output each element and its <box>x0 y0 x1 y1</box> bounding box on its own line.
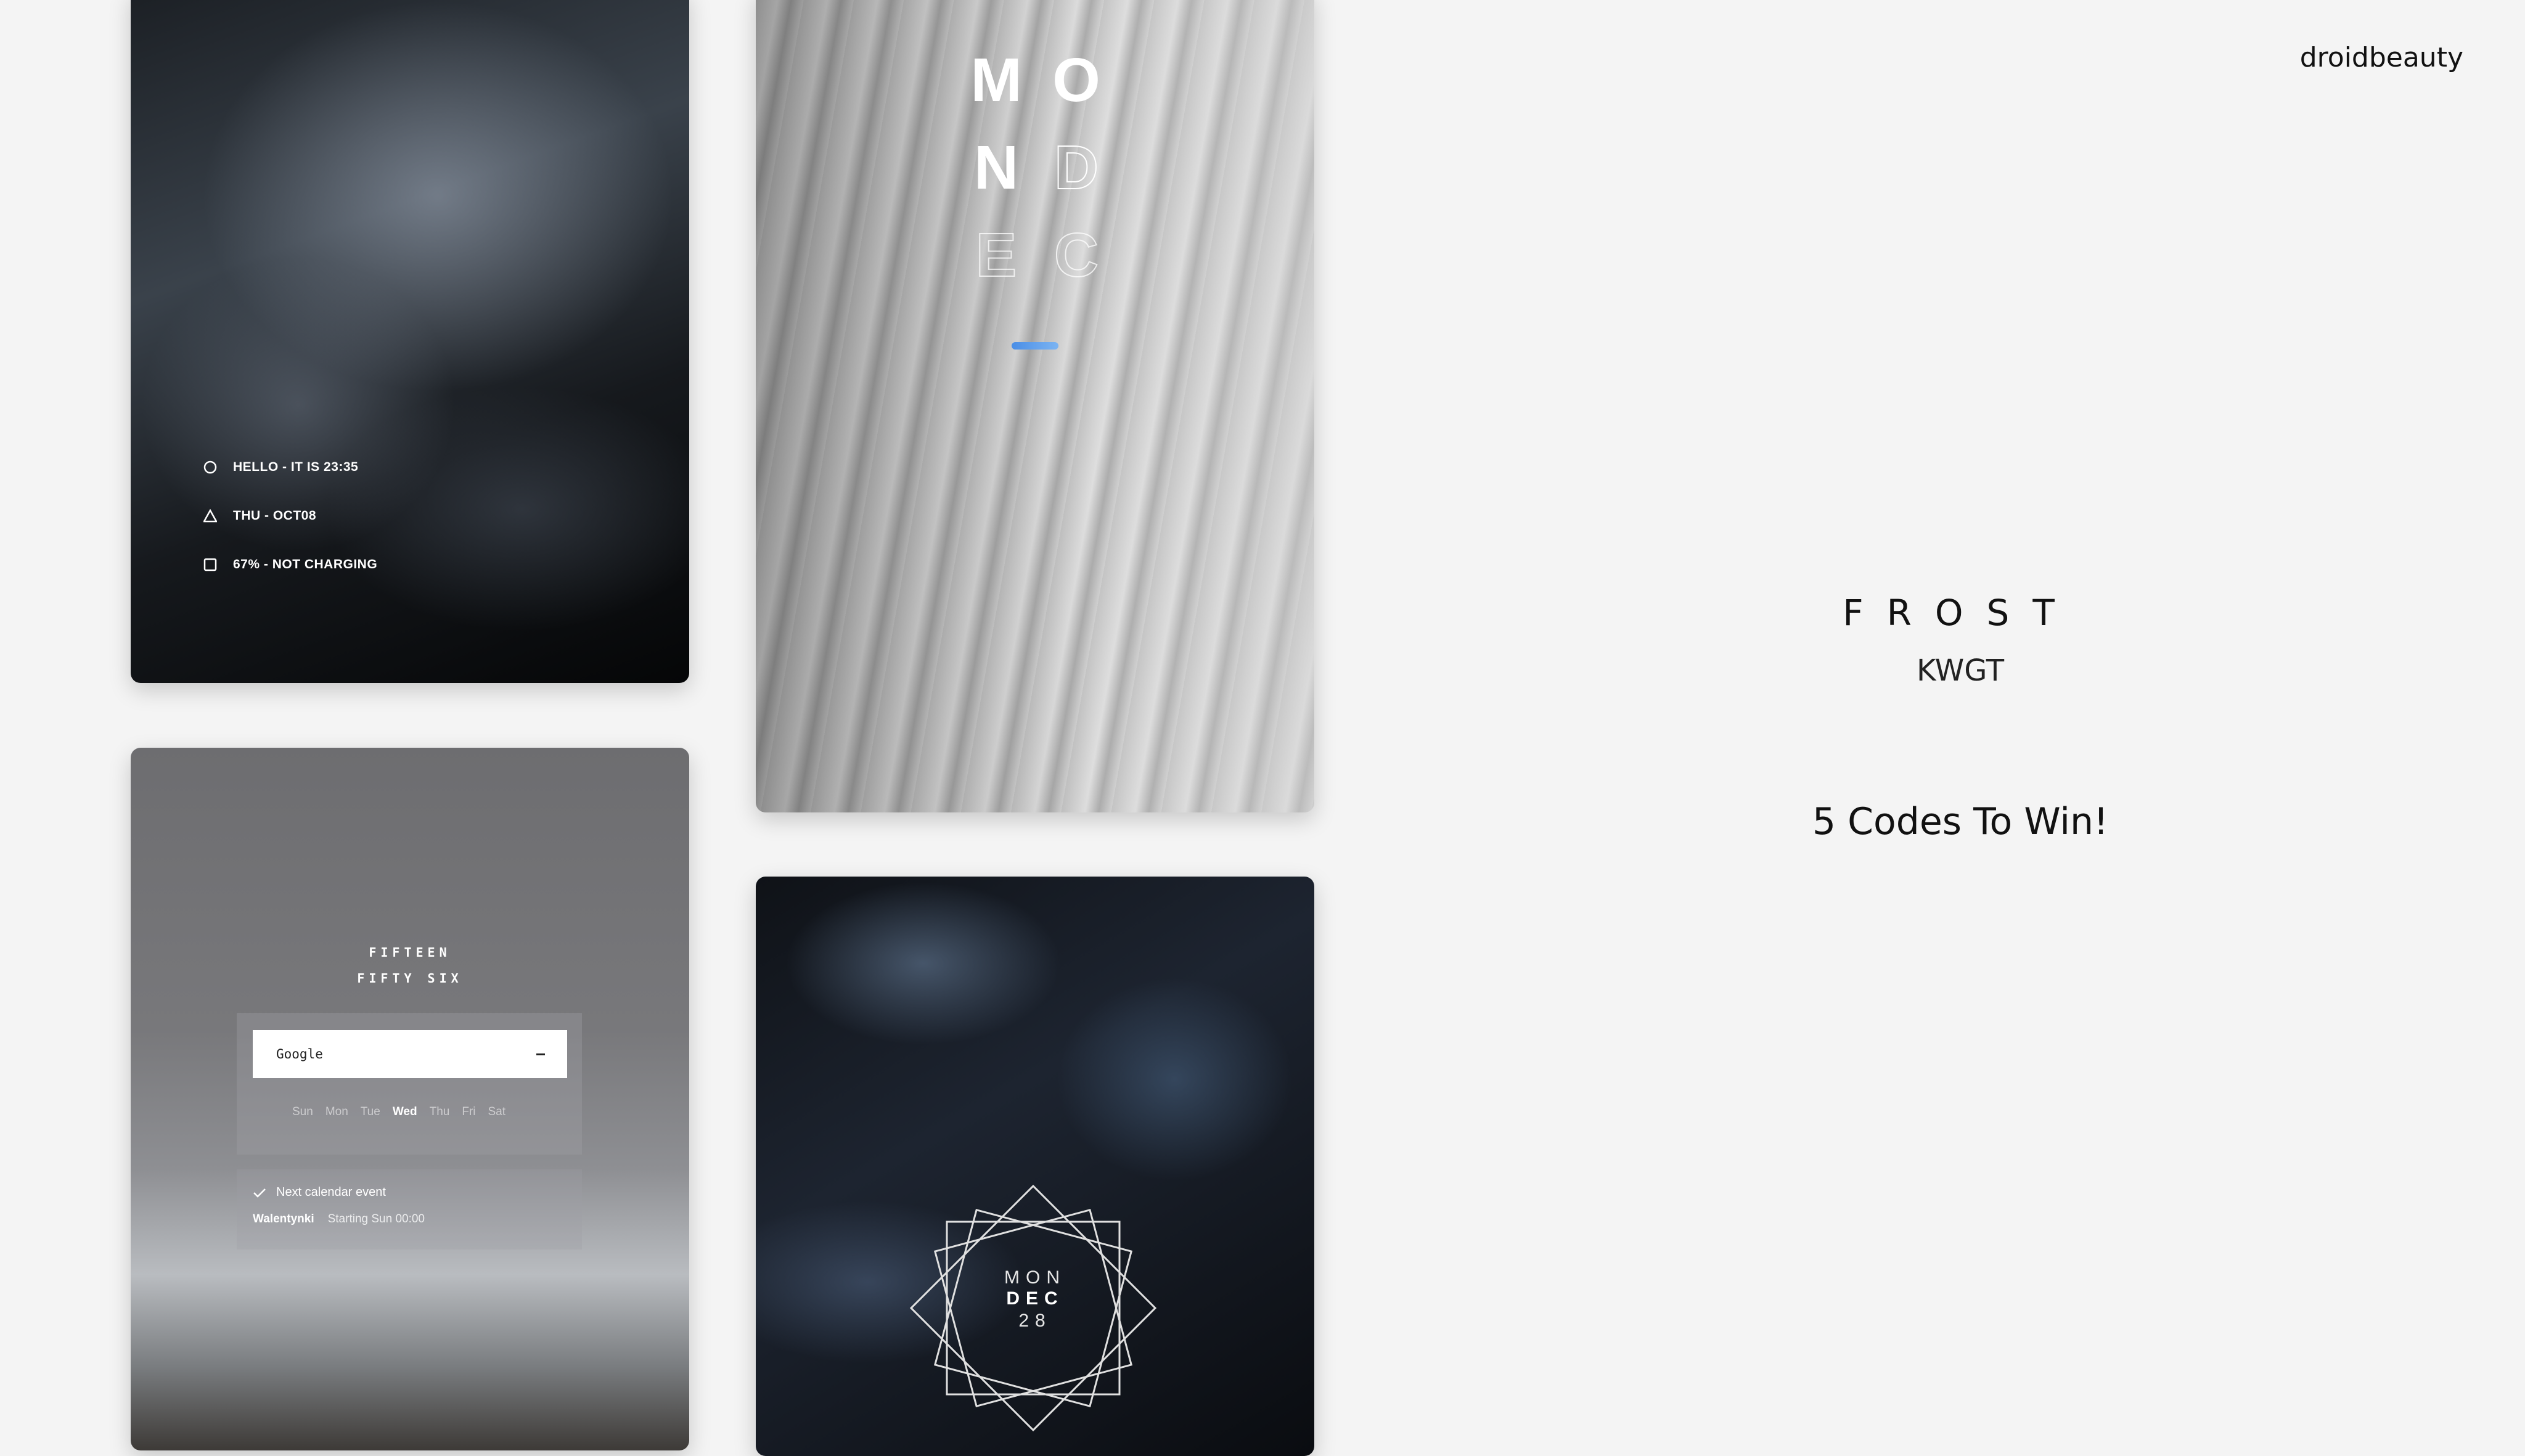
event-header-row: Next calendar event <box>253 1185 386 1200</box>
battery-text: 67% - NOT CHARGING <box>233 557 378 571</box>
time-words-minute: FIFTY SIX <box>357 971 463 986</box>
greeting-text: HELLO - IT IS 23:35 <box>233 460 359 474</box>
event-header: Next calendar event <box>276 1185 386 1199</box>
event-name: Walentynki <box>253 1213 314 1225</box>
page-title: FROST <box>1843 592 2078 634</box>
page-subtitle: KWGT <box>1916 653 2005 688</box>
day-sat: Sat <box>488 1105 506 1118</box>
marble-day: MON <box>1004 1267 1066 1288</box>
check-icon <box>253 1188 266 1198</box>
day-thu: Thu <box>429 1105 450 1118</box>
letter-d: D <box>1054 133 1099 202</box>
promo-text: 5 Codes To Win! <box>1812 800 2109 843</box>
event-time: Starting Sun 00:00 <box>327 1213 425 1225</box>
ice-row-greeting: HELLO - IT IS 23:35 <box>203 460 358 475</box>
search-bar[interactable]: Google <box>253 1030 567 1078</box>
preview-card-marble: MON DEC 28 <box>756 877 1314 1456</box>
preview-card-ice: HELLO - IT IS 23:35 THU - OCT08 67% - NO… <box>131 0 689 683</box>
day-tue: Tue <box>360 1105 380 1118</box>
circle-icon <box>203 460 217 474</box>
letter-o: O <box>1052 46 1100 115</box>
marble-date: 28 <box>1018 1311 1052 1331</box>
day-mon: Mon <box>325 1105 348 1118</box>
preview-card-architecture: M O N D E C <box>756 0 1314 812</box>
brand-name: droidbeauty <box>2299 42 2463 73</box>
letter-n: N <box>973 133 1019 202</box>
preview-card-mountain: FIFTEEN FIFTY SIX Google Sun Mon Tue Wed… <box>131 748 689 1450</box>
event-panel <box>237 1169 582 1249</box>
search-label: Google <box>276 1047 323 1061</box>
ice-row-date: THU - OCT08 <box>203 509 316 523</box>
letter-c: C <box>1054 221 1099 290</box>
triangle-icon <box>203 509 217 523</box>
square-icon <box>203 558 217 571</box>
progress-pill <box>1012 342 1058 350</box>
day-sun: Sun <box>292 1105 313 1118</box>
event-detail-row: Walentynki Starting Sun 00:00 <box>253 1213 425 1226</box>
day-fri: Fri <box>462 1105 476 1118</box>
minus-icon[interactable] <box>536 1053 545 1055</box>
letter-m: M <box>970 46 1022 115</box>
day-wed: Wed <box>392 1105 417 1118</box>
time-words-hour: FIFTEEN <box>369 945 451 960</box>
ice-row-battery: 67% - NOT CHARGING <box>203 557 377 572</box>
letter-e: E <box>975 221 1018 290</box>
weekday-strip: Sun Mon Tue Wed Thu Fri Sat <box>292 1105 505 1119</box>
date-text: THU - OCT08 <box>233 509 317 523</box>
marble-month: DEC <box>1006 1288 1064 1309</box>
